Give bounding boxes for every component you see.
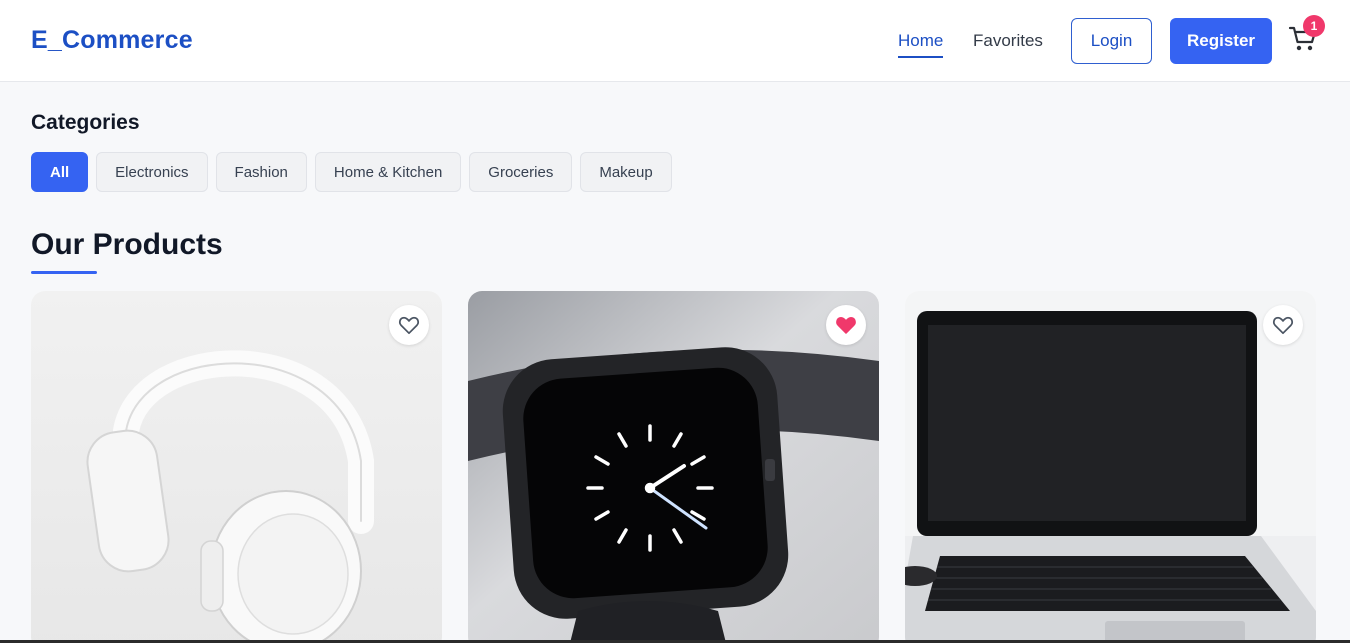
favorite-heart-button[interactable] bbox=[826, 305, 866, 345]
category-chip-groceries[interactable]: Groceries bbox=[469, 152, 573, 192]
cart-count-badge: 1 bbox=[1303, 15, 1325, 37]
favorite-heart-button[interactable] bbox=[1263, 305, 1303, 345]
category-chip-electronics[interactable]: Electronics bbox=[96, 152, 208, 192]
category-chip-home-kitchen[interactable]: Home & Kitchen bbox=[314, 152, 462, 192]
brand-logo[interactable]: E_Commerce bbox=[31, 26, 193, 55]
category-chip-makeup[interactable]: Makeup bbox=[580, 152, 672, 192]
category-chip-fashion[interactable]: Fashion bbox=[215, 152, 307, 192]
category-filter-list: All Electronics Fashion Home & Kitchen G… bbox=[31, 152, 672, 192]
top-navbar: E_Commerce Home Favorites Login Register… bbox=[0, 0, 1350, 82]
category-chip-all[interactable]: All bbox=[31, 152, 89, 192]
heading-underline bbox=[31, 271, 97, 274]
login-button[interactable]: Login bbox=[1071, 18, 1152, 64]
product-card[interactable] bbox=[31, 291, 442, 643]
product-card[interactable] bbox=[468, 291, 879, 643]
heart-filled-icon bbox=[836, 317, 856, 334]
favorite-heart-button[interactable] bbox=[389, 305, 429, 345]
product-image-laptop bbox=[905, 291, 1316, 643]
product-card[interactable] bbox=[905, 291, 1316, 643]
heart-outline-icon bbox=[1272, 316, 1294, 335]
nav-home-link[interactable]: Home bbox=[898, 31, 944, 58]
nav-favorites-link[interactable]: Favorites bbox=[973, 31, 1043, 51]
product-image-headphones bbox=[31, 291, 442, 643]
heart-outline-icon bbox=[398, 316, 420, 335]
categories-heading: Categories bbox=[31, 111, 140, 134]
register-button[interactable]: Register bbox=[1170, 18, 1272, 64]
product-image-smartwatch bbox=[468, 291, 879, 643]
products-heading: Our Products bbox=[31, 228, 223, 261]
